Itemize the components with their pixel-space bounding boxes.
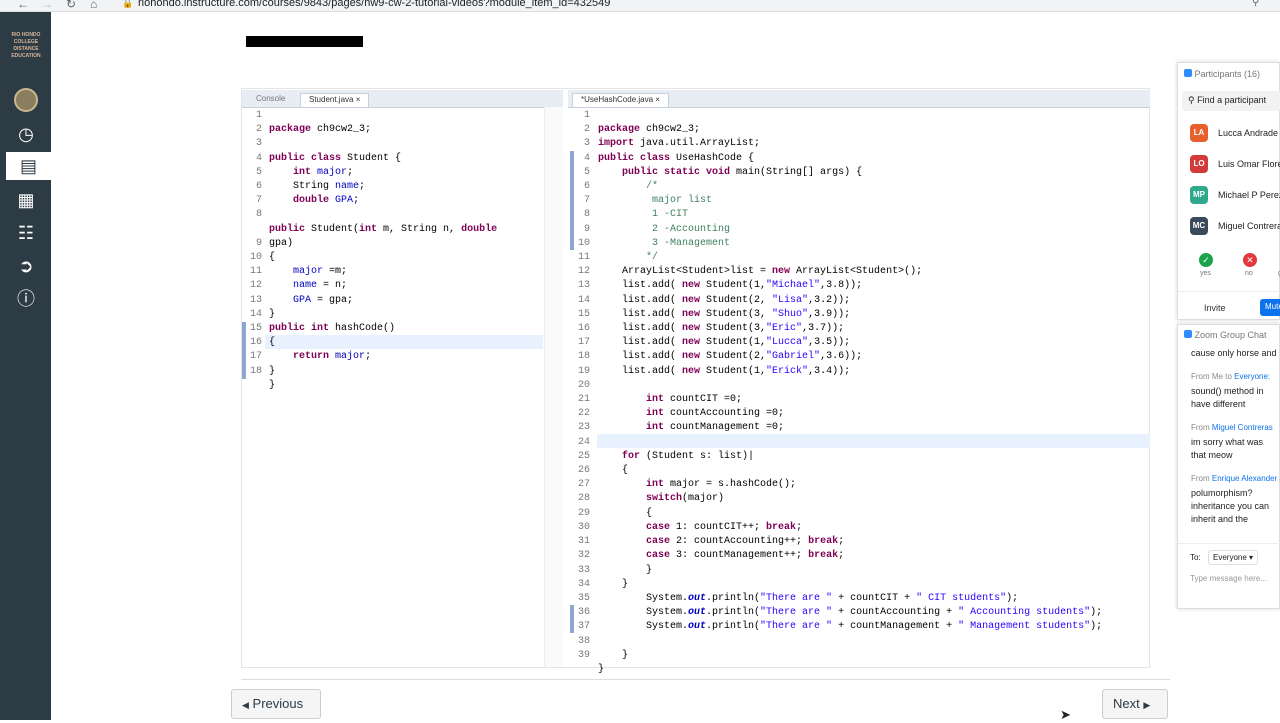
left-line-numbers: 1 2 3 4 5 6 7 8 9 10 11 12 13 14 15 16 1… bbox=[249, 110, 262, 377]
invite-button[interactable]: Invite bbox=[1204, 303, 1226, 313]
participant-name: Luis Omar Flores bbox=[1218, 159, 1280, 169]
help-icon[interactable]: ⓘ bbox=[8, 285, 44, 313]
chat-message: polumorphism? inheritance you can inheri… bbox=[1191, 488, 1270, 524]
participants-title: Participants (16) bbox=[1194, 69, 1261, 79]
search-icon: ⚲ bbox=[1188, 95, 1195, 105]
video-thumbnail[interactable] bbox=[246, 12, 363, 47]
chevron-left-icon: ◀ bbox=[242, 700, 249, 710]
participants-header: Participants (16) bbox=[1184, 69, 1260, 79]
participants-icon bbox=[1184, 69, 1192, 77]
chevron-down-icon: ▾ bbox=[1249, 553, 1254, 562]
tab-usehashcode-java[interactable]: *UseHashCode.java × bbox=[572, 93, 669, 107]
no-label: no bbox=[1245, 270, 1253, 277]
recipient-value: Everyone bbox=[1213, 553, 1247, 562]
right-line-numbers: 1 2 3 4 5 6 7 8 9 10 11 12 13 14 15 16 1… bbox=[577, 110, 590, 661]
chat-from: From bbox=[1191, 474, 1212, 483]
mouse-cursor-icon: ➤ bbox=[1060, 707, 1071, 722]
right-editor-tabbar: *UseHashCode.java × bbox=[568, 90, 1150, 108]
participant-row[interactable]: LA Lucca Andrade bbox=[1190, 124, 1280, 144]
url-text[interactable]: riohondo.instructure.com/courses/9843/pa… bbox=[138, 0, 610, 9]
close-tab-icon[interactable]: × bbox=[356, 95, 361, 104]
calendar-icon[interactable]: ▦ bbox=[8, 186, 44, 214]
divider bbox=[1178, 291, 1280, 292]
search-placeholder: Find a participant bbox=[1197, 95, 1267, 105]
participant-avatar: LO bbox=[1190, 155, 1208, 173]
eclipse-ide-video-frame[interactable]: Console Student.java × 1 2 3 4 5 6 7 8 9… bbox=[241, 88, 1150, 675]
browser-address-bar: ← → ↻ ⌂ 🔒 riohondo.instructure.com/cours… bbox=[0, 0, 1280, 12]
tab-label: *UseHashCode.java bbox=[581, 95, 654, 104]
previous-button[interactable]: ◀ Previous bbox=[231, 689, 321, 719]
chat-message: im sorry what was that meow bbox=[1191, 437, 1264, 460]
participant-row[interactable]: LO Luis Omar Flores bbox=[1190, 155, 1280, 175]
participant-avatar: LA bbox=[1190, 124, 1208, 142]
commons-icon[interactable]: ➲ bbox=[8, 252, 44, 280]
tab-console[interactable]: Console bbox=[248, 93, 293, 107]
chat-from: From bbox=[1191, 423, 1212, 432]
courses-icon[interactable]: ▤ bbox=[6, 152, 51, 180]
tab-student-java[interactable]: Student.java × bbox=[300, 93, 370, 107]
chat-sender: From Me to Everyone: bbox=[1191, 372, 1270, 381]
zoom-icon bbox=[1184, 330, 1192, 338]
dashboard-icon[interactable]: ◷ bbox=[8, 120, 44, 148]
chat-header: Zoom Group Chat bbox=[1184, 330, 1267, 340]
to-label: To: bbox=[1190, 553, 1201, 562]
chat-message: sound() method in have different functio… bbox=[1191, 386, 1264, 409]
participant-avatar: MP bbox=[1190, 186, 1208, 204]
left-editor-tabbar: Console Student.java × bbox=[242, 90, 563, 108]
close-tab-icon[interactable]: × bbox=[655, 95, 660, 104]
home-icon[interactable]: ⌂ bbox=[90, 0, 97, 11]
mute-all-button[interactable]: Mute All bbox=[1260, 299, 1280, 316]
chat-recipient[interactable]: Everyone: bbox=[1234, 372, 1270, 381]
no-icon[interactable]: ✕ bbox=[1243, 253, 1257, 267]
forward-icon[interactable]: → bbox=[41, 0, 53, 11]
divider bbox=[1178, 543, 1280, 544]
participant-name: Michael P Perez bbox=[1218, 190, 1280, 200]
participant-avatar: MC bbox=[1190, 217, 1208, 235]
zoom-group-chat-panel: Zoom Group Chat cause only horse and Fro… bbox=[1177, 324, 1280, 609]
zoom-lens-icon[interactable]: ⚲ bbox=[1252, 0, 1259, 8]
chat-message-input[interactable]: Type message here... bbox=[1190, 574, 1267, 583]
global-navigation: RIO HONDO COLLEGE DISTANCE EDUCATION ◷ ▤… bbox=[0, 12, 51, 720]
chevron-right-icon: ▶ bbox=[1143, 700, 1151, 710]
inbox-icon[interactable]: ☷ bbox=[8, 219, 44, 247]
reaction-row: ✓ yes ✕ no go bbox=[1194, 253, 1280, 281]
left-scrollbar[interactable] bbox=[544, 107, 563, 667]
participant-row[interactable]: MP Michael P Perez bbox=[1190, 186, 1280, 206]
student-java-code: package ch9cw2_3; public class Student {… bbox=[269, 124, 498, 391]
participant-search[interactable]: ⚲ Find a participant bbox=[1182, 91, 1280, 111]
chat-title: Zoom Group Chat bbox=[1194, 330, 1267, 340]
lock-icon: 🔒 bbox=[122, 0, 134, 8]
next-label: Next bbox=[1113, 696, 1140, 711]
participant-name: Miguel Contreras bbox=[1218, 221, 1280, 231]
chat-message: cause only horse and bbox=[1191, 348, 1277, 358]
chat-sender-name[interactable]: Miguel Contreras bbox=[1212, 423, 1273, 432]
previous-label: Previous bbox=[252, 696, 304, 711]
recipient-select[interactable]: Everyone ▾ bbox=[1208, 550, 1258, 565]
chat-sender: From Miguel Contreras bbox=[1191, 423, 1273, 432]
participant-row[interactable]: MC Miguel Contreras bbox=[1190, 217, 1280, 237]
college-logo[interactable]: RIO HONDO COLLEGE DISTANCE EDUCATION bbox=[7, 32, 45, 82]
yes-label: yes bbox=[1200, 270, 1211, 277]
participant-name: Lucca Andrade bbox=[1218, 128, 1279, 138]
back-icon[interactable]: ← bbox=[17, 0, 29, 11]
zoom-participants-panel: Participants (16) ⚲ Find a participant L… bbox=[1177, 62, 1280, 320]
tab-label: Student.java bbox=[309, 95, 354, 104]
chat-sender-name[interactable]: Enrique Alexander bbox=[1212, 474, 1277, 483]
footer-divider bbox=[241, 679, 1170, 680]
chat-from: From Me to bbox=[1191, 372, 1235, 381]
yes-icon[interactable]: ✓ bbox=[1199, 253, 1213, 267]
next-button[interactable]: Next ▶ bbox=[1102, 689, 1168, 719]
reload-icon[interactable]: ↻ bbox=[66, 0, 76, 11]
chat-sender: From Enrique Alexander bbox=[1191, 474, 1277, 483]
account-avatar-icon[interactable] bbox=[8, 86, 44, 114]
usehashcode-java-code: package ch9cw2_3; import java.util.Array… bbox=[598, 124, 1103, 675]
